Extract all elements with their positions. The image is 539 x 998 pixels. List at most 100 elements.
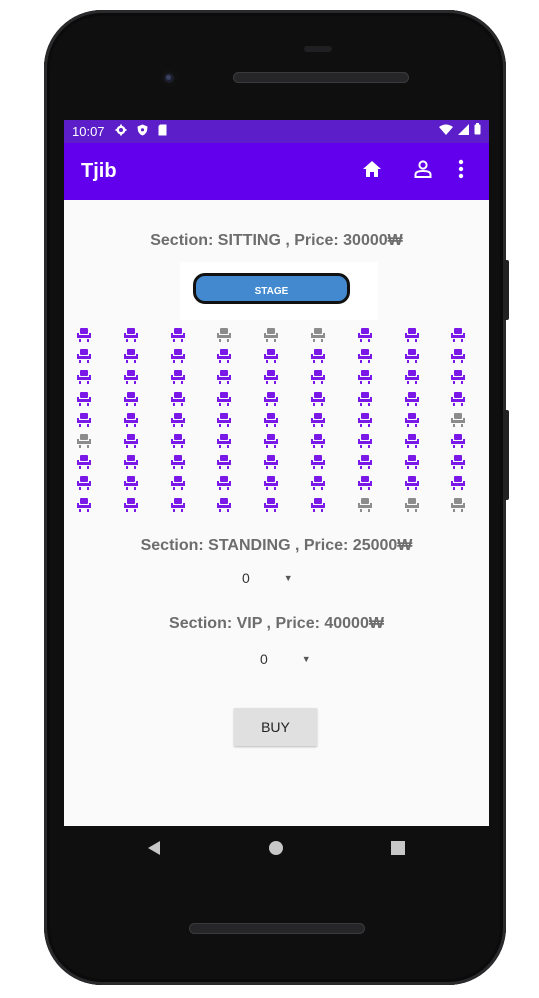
overflow-menu-icon[interactable] <box>457 159 465 183</box>
seat-available-icon[interactable] <box>357 433 373 449</box>
volume-button <box>503 410 509 500</box>
seat-available-icon[interactable] <box>123 348 139 364</box>
proximity-sensor <box>304 46 332 52</box>
vip-quantity-dropdown[interactable]: 0 ▼ <box>260 651 311 667</box>
seat-available-icon[interactable] <box>123 454 139 470</box>
sim-icon <box>158 124 167 139</box>
seat-available-icon[interactable] <box>76 391 92 407</box>
seat-available-icon[interactable] <box>404 475 420 491</box>
seat-available-icon[interactable] <box>263 433 279 449</box>
seat-available-icon[interactable] <box>76 412 92 428</box>
seat-available-icon[interactable] <box>263 348 279 364</box>
seat-available-icon[interactable] <box>170 412 186 428</box>
vip-quantity-value: 0 <box>260 651 268 667</box>
seat-available-icon[interactable] <box>216 454 232 470</box>
seat-taken-icon[interactable] <box>216 327 232 343</box>
standing-quantity-dropdown[interactable]: 0 ▼ <box>242 570 293 586</box>
seat-available-icon[interactable] <box>310 391 326 407</box>
seat-available-icon[interactable] <box>357 454 373 470</box>
back-icon[interactable] <box>146 840 162 859</box>
seat-grid <box>76 327 481 517</box>
dropdown-arrow-icon: ▼ <box>283 573 293 583</box>
seat-available-icon[interactable] <box>310 475 326 491</box>
seat-available-icon[interactable] <box>357 391 373 407</box>
seat-available-icon[interactable] <box>310 348 326 364</box>
seat-available-icon[interactable] <box>76 348 92 364</box>
seat-taken-icon[interactable] <box>450 497 466 513</box>
seat-available-icon[interactable] <box>216 391 232 407</box>
person-icon[interactable] <box>413 159 433 183</box>
seat-available-icon[interactable] <box>404 391 420 407</box>
seat-available-icon[interactable] <box>123 497 139 513</box>
seat-available-icon[interactable] <box>357 412 373 428</box>
seat-available-icon[interactable] <box>357 475 373 491</box>
recents-icon[interactable] <box>390 840 406 859</box>
seat-available-icon[interactable] <box>450 433 466 449</box>
seat-available-icon[interactable] <box>310 497 326 513</box>
seat-available-icon[interactable] <box>170 433 186 449</box>
standing-quantity-value: 0 <box>242 570 250 586</box>
seat-available-icon[interactable] <box>263 412 279 428</box>
seat-available-icon[interactable] <box>450 454 466 470</box>
seat-available-icon[interactable] <box>216 475 232 491</box>
seat-available-icon[interactable] <box>216 369 232 385</box>
seat-available-icon[interactable] <box>263 475 279 491</box>
seat-available-icon[interactable] <box>76 327 92 343</box>
seat-taken-icon[interactable] <box>404 497 420 513</box>
seat-available-icon[interactable] <box>216 433 232 449</box>
seat-available-icon[interactable] <box>170 348 186 364</box>
seat-available-icon[interactable] <box>170 327 186 343</box>
seat-available-icon[interactable] <box>263 497 279 513</box>
content-area: Section: SITTING , Price: 30000₩ STAGE S… <box>64 200 489 826</box>
seat-available-icon[interactable] <box>450 348 466 364</box>
seat-available-icon[interactable] <box>450 327 466 343</box>
seat-available-icon[interactable] <box>263 369 279 385</box>
buy-button[interactable]: BUY <box>234 708 317 746</box>
home-icon[interactable] <box>362 159 382 183</box>
seat-available-icon[interactable] <box>170 497 186 513</box>
seat-available-icon[interactable] <box>170 454 186 470</box>
seat-available-icon[interactable] <box>404 412 420 428</box>
seat-taken-icon[interactable] <box>76 433 92 449</box>
seat-available-icon[interactable] <box>216 412 232 428</box>
seat-available-icon[interactable] <box>404 433 420 449</box>
home-circle-icon[interactable] <box>268 840 284 859</box>
seat-available-icon[interactable] <box>404 327 420 343</box>
seat-available-icon[interactable] <box>123 369 139 385</box>
seat-taken-icon[interactable] <box>263 327 279 343</box>
seat-available-icon[interactable] <box>450 475 466 491</box>
seat-available-icon[interactable] <box>76 475 92 491</box>
seat-available-icon[interactable] <box>404 348 420 364</box>
seat-taken-icon[interactable] <box>310 327 326 343</box>
seat-available-icon[interactable] <box>170 475 186 491</box>
seat-available-icon[interactable] <box>123 433 139 449</box>
seat-available-icon[interactable] <box>450 369 466 385</box>
sitting-section-label: Section: SITTING , Price: 30000₩ <box>150 232 403 249</box>
seat-available-icon[interactable] <box>170 369 186 385</box>
navigation-bar <box>64 826 489 874</box>
seat-available-icon[interactable] <box>310 412 326 428</box>
seat-available-icon[interactable] <box>357 327 373 343</box>
seat-available-icon[interactable] <box>450 391 466 407</box>
seat-available-icon[interactable] <box>76 369 92 385</box>
seat-available-icon[interactable] <box>216 348 232 364</box>
seat-available-icon[interactable] <box>263 391 279 407</box>
seat-available-icon[interactable] <box>357 348 373 364</box>
seat-available-icon[interactable] <box>404 454 420 470</box>
seat-available-icon[interactable] <box>170 391 186 407</box>
seat-available-icon[interactable] <box>263 454 279 470</box>
seat-available-icon[interactable] <box>357 369 373 385</box>
seat-available-icon[interactable] <box>123 475 139 491</box>
seat-available-icon[interactable] <box>404 369 420 385</box>
seat-available-icon[interactable] <box>216 497 232 513</box>
seat-available-icon[interactable] <box>310 454 326 470</box>
seat-taken-icon[interactable] <box>450 412 466 428</box>
seat-available-icon[interactable] <box>310 433 326 449</box>
seat-available-icon[interactable] <box>76 454 92 470</box>
seat-taken-icon[interactable] <box>357 497 373 513</box>
seat-available-icon[interactable] <box>310 369 326 385</box>
seat-available-icon[interactable] <box>123 412 139 428</box>
seat-available-icon[interactable] <box>123 391 139 407</box>
seat-available-icon[interactable] <box>76 497 92 513</box>
seat-available-icon[interactable] <box>123 327 139 343</box>
